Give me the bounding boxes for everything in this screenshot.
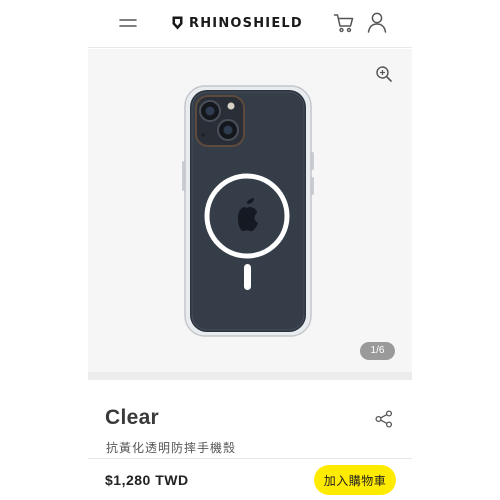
share-icon[interactable] bbox=[375, 410, 393, 428]
product-subtitle: 抗黃化透明防摔手機殼 bbox=[106, 441, 237, 455]
add-to-cart-button[interactable]: 加入購物車 bbox=[314, 465, 396, 495]
rhino-logo-icon bbox=[172, 16, 183, 30]
product-price: $1,280 TWD bbox=[105, 472, 189, 488]
product-title: Clear bbox=[105, 406, 160, 429]
product-page: RHINOSHIELD 1/6 Clear 抗黃化透明防摔手機殼 $1,280 … bbox=[88, 0, 412, 500]
bottom-bar: $1,280 TWD 加入購物車 bbox=[88, 458, 412, 500]
brand-name: RHINOSHIELD bbox=[189, 15, 303, 31]
product-gallery[interactable]: 1/6 bbox=[88, 49, 412, 372]
product-image bbox=[182, 85, 314, 337]
brand-logo[interactable]: RHINOSHIELD bbox=[172, 14, 303, 32]
zoom-in-icon[interactable] bbox=[375, 65, 393, 83]
image-counter: 1/6 bbox=[360, 342, 395, 360]
menu-icon[interactable] bbox=[119, 17, 137, 29]
section-divider bbox=[88, 372, 412, 380]
cart-icon[interactable] bbox=[333, 12, 355, 34]
header: RHINOSHIELD bbox=[88, 0, 412, 48]
user-icon[interactable] bbox=[367, 11, 387, 33]
